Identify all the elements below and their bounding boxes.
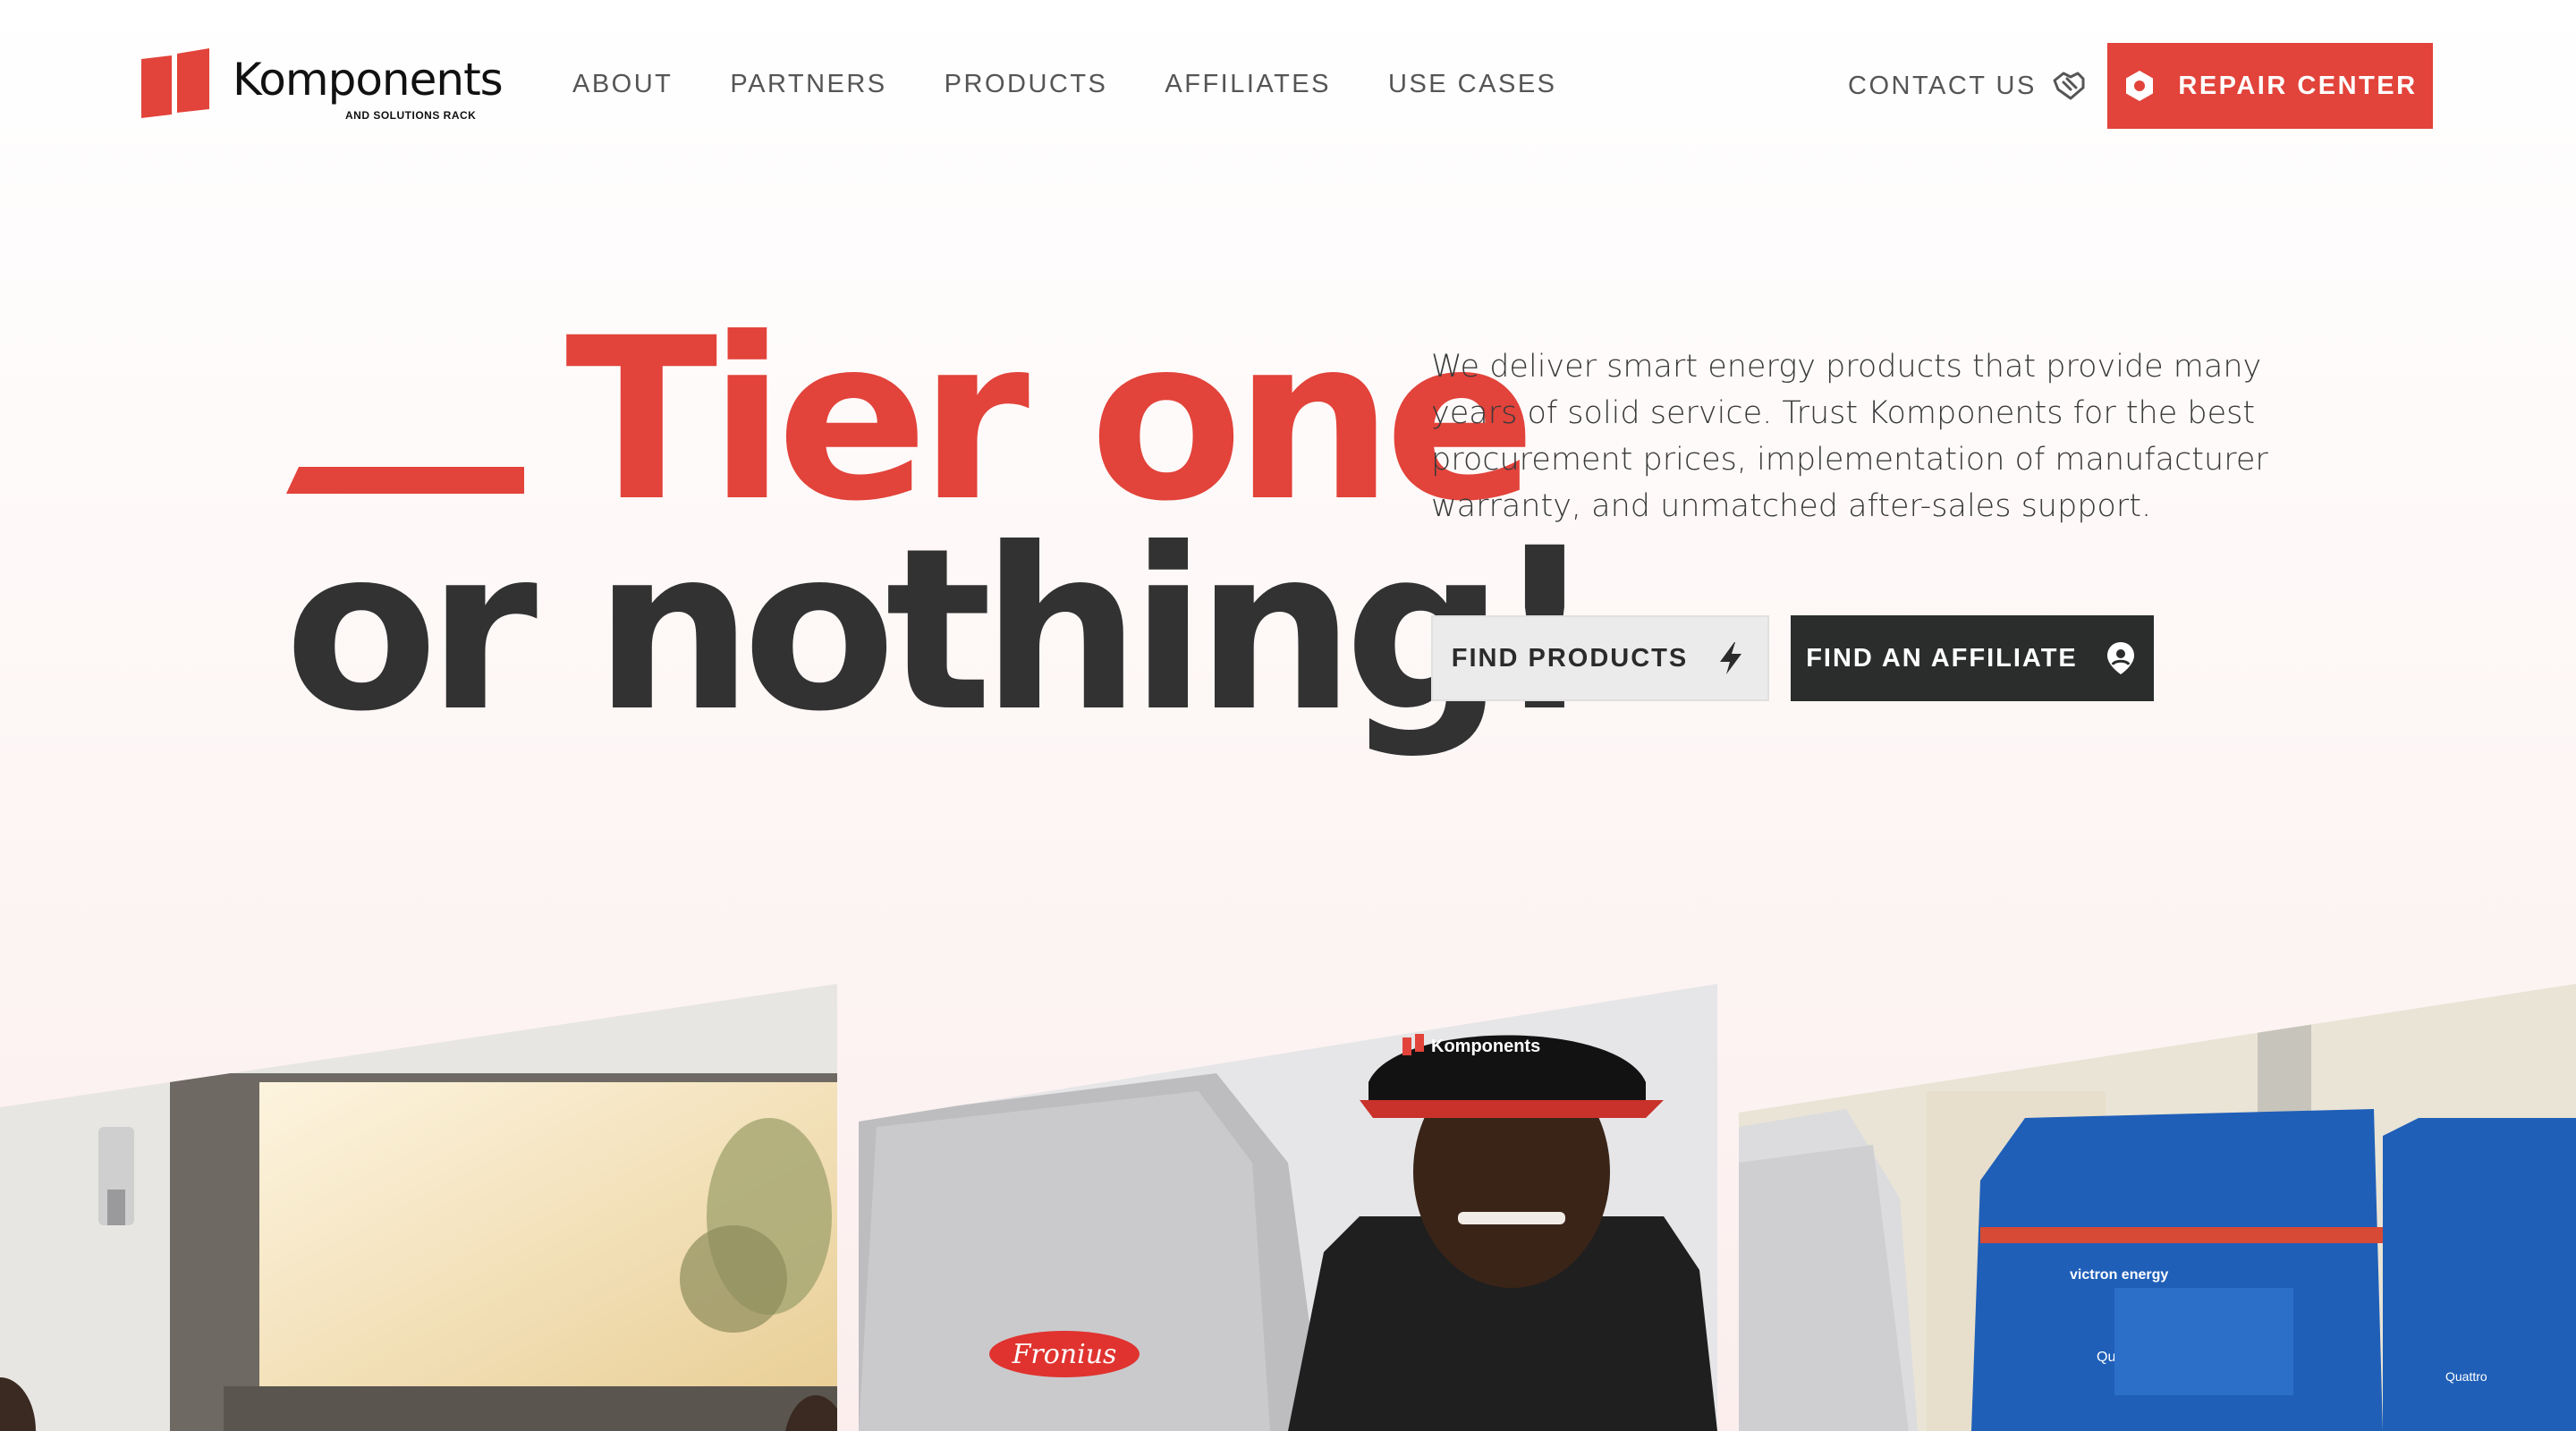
find-products-label: FIND PRODUCTS xyxy=(1451,643,1689,673)
find-products-button[interactable]: FIND PRODUCTS xyxy=(1431,615,1769,701)
victron-logo-text: victron energy xyxy=(2070,1267,2168,1283)
victron-quattro-photo: victron energy Quattro Quattro xyxy=(1739,984,2576,1431)
headline-line-2: or nothing! xyxy=(284,500,1596,760)
hero-intro-text: We deliver smart energy products that pr… xyxy=(1431,349,2268,524)
find-affiliate-label: FIND AN AFFILIATE xyxy=(1806,643,2078,673)
contact-us-link[interactable]: CONTACT US xyxy=(1848,68,2087,104)
lightning-icon xyxy=(1720,642,1742,674)
find-affiliate-button[interactable]: FIND AN AFFILIATE xyxy=(1791,615,2154,701)
repair-center-button[interactable]: REPAIR CENTER xyxy=(2107,43,2433,129)
hexagon-gear-icon xyxy=(2126,71,2154,101)
brand-tagline: AND SOLUTIONS RACK xyxy=(345,109,477,122)
nav-item-products[interactable]: PRODUCTS xyxy=(945,70,1108,99)
brand-name: Komponents xyxy=(233,54,504,106)
fronius-logo-text: Fronius xyxy=(1012,1339,1117,1370)
headline-dash xyxy=(286,467,524,494)
office-window-photo xyxy=(0,984,837,1431)
main-nav: ABOUT PARTNERS PRODUCTS AFFILIATES USE C… xyxy=(572,70,1614,99)
repair-center-label: REPAIR CENTER xyxy=(2178,71,2418,100)
nav-item-use-cases[interactable]: USE CASES xyxy=(1388,70,1557,99)
site-header: Komponents AND SOLUTIONS RACK ABOUT PART… xyxy=(0,0,2576,170)
location-pin-icon xyxy=(2106,642,2134,674)
handshake-icon xyxy=(2053,72,2085,100)
quattro-model-text-2: Quattro xyxy=(2445,1369,2487,1384)
contact-us-label: CONTACT US xyxy=(1848,71,2037,100)
headline-line-1: Tier one xyxy=(565,290,1536,550)
logo-mark-icon xyxy=(141,48,209,118)
cap-logo-text: Komponents xyxy=(1431,1037,1540,1056)
nav-item-affiliates[interactable]: AFFILIATES xyxy=(1165,70,1331,99)
technician-fronius-photo: Fronius Komponents xyxy=(859,984,1717,1431)
brand-logo[interactable]: Komponents AND SOLUTIONS RACK xyxy=(141,48,504,129)
nav-item-partners[interactable]: PARTNERS xyxy=(730,70,886,99)
nav-item-about[interactable]: ABOUT xyxy=(572,70,673,99)
